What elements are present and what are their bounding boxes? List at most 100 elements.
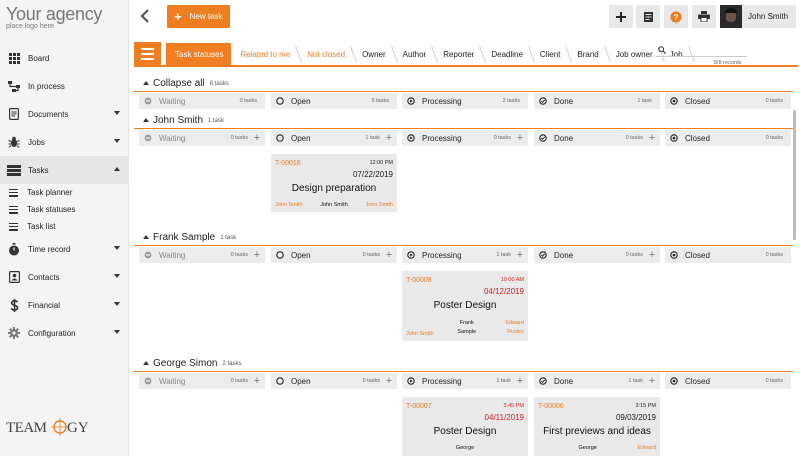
sidebar-item-contacts[interactable]: Contacts [0, 263, 129, 291]
chevron-left-icon[interactable] [139, 9, 151, 23]
task-date: 07/22/2019 [352, 170, 393, 179]
group-count: 1 task [220, 235, 237, 241]
add-task-plus-icon[interactable]: + [384, 376, 394, 387]
print-button[interactable] [692, 5, 716, 28]
user-menu[interactable]: John Smith [720, 5, 796, 28]
collapse-triangle-icon[interactable] [143, 118, 149, 122]
sidebar-item-financial[interactable]: Financial [0, 291, 129, 319]
add-task-plus-icon[interactable]: + [647, 133, 657, 144]
task-title: Poster Design [433, 426, 497, 437]
card-reporter[interactable]: Edward [637, 445, 656, 451]
sidebar-item-documents[interactable]: Documents [0, 100, 129, 128]
filter-brand[interactable]: Brand [568, 43, 606, 65]
sidebar-item-board[interactable]: Board [0, 44, 129, 72]
add-task-plus-icon[interactable]: + [384, 133, 394, 144]
chevron-down-icon[interactable] [114, 246, 120, 250]
sidebar-item-jobs[interactable]: Jobs [0, 128, 129, 156]
sidebar-item-tasks[interactable]: Tasks [0, 156, 129, 184]
waiting-icon [144, 97, 152, 105]
column-count: 2 tasks [502, 98, 520, 104]
add-task-plus-icon[interactable]: + [515, 133, 525, 144]
group-header[interactable]: Frank Sample 1 task [134, 229, 793, 246]
sidebar-item-configuration[interactable]: Configuration [0, 319, 129, 347]
chevron-down-icon[interactable] [114, 139, 120, 143]
collapse-triangle-icon[interactable] [143, 235, 149, 239]
group-count: 2 tasks [222, 361, 242, 367]
task-card[interactable]: T-00016 12:00 PM 07/22/2019 Design preparat… [271, 154, 397, 212]
column-header: Closed 0 tasks [665, 373, 791, 389]
agency-logo[interactable]: Your agency place logo here [6, 4, 126, 34]
collapse-triangle-icon[interactable] [143, 361, 149, 365]
card-owner[interactable]: John Smith [406, 331, 434, 337]
task-id[interactable]: T-00008 [406, 277, 432, 284]
task-card[interactable]: T-00007 3:45 PM 04/11/2019 Poster Design Geo… [402, 397, 528, 456]
group-header[interactable]: George Simon 2 tasks [134, 355, 793, 372]
scrollbar[interactable] [793, 110, 796, 240]
filter-job-owner[interactable]: Job owner [607, 43, 661, 65]
filter-reporter[interactable]: Reporter [434, 43, 482, 65]
add-button[interactable] [609, 5, 633, 28]
add-task-plus-icon[interactable]: + [252, 376, 262, 387]
filter-author[interactable]: Author [394, 43, 435, 65]
chevron-down-icon[interactable] [114, 111, 120, 115]
add-task-plus-icon[interactable]: + [515, 250, 525, 261]
add-task-plus-icon[interactable]: + [647, 376, 657, 387]
card-reporter[interactable]: John Smith [365, 202, 393, 208]
chevron-down-icon[interactable] [114, 274, 120, 278]
filter-deadline[interactable]: Deadline [482, 43, 531, 65]
notes-icon [643, 11, 653, 22]
filter-client[interactable]: Client [531, 43, 568, 65]
card-author[interactable]: Frank Sample [452, 319, 482, 337]
sidebar-item-label: Time record [28, 244, 71, 254]
filter-owner[interactable]: Owner [353, 43, 394, 65]
new-task-button[interactable]: + New task [167, 5, 230, 28]
play-icon [407, 251, 415, 259]
card-author[interactable]: George [456, 445, 474, 451]
add-task-plus-icon[interactable]: + [252, 133, 262, 144]
task-id[interactable]: T-00006 [538, 403, 564, 410]
add-task-plus-icon[interactable]: + [515, 376, 525, 387]
column-count: 0 tasks [625, 252, 643, 258]
group-header[interactable]: Collapse all 8 tasks [134, 75, 793, 92]
menu-icon[interactable] [134, 42, 161, 66]
check-circle-icon [539, 377, 547, 385]
sidebar-subitem-task-planner[interactable]: Task planner [0, 184, 129, 201]
column-header: Closed 0 tasks [665, 130, 791, 146]
card-reporter[interactable]: Edward Rusley [500, 319, 524, 337]
help-button[interactable]: ? [664, 5, 688, 28]
gear-icon [7, 326, 21, 340]
group-header[interactable]: John Smith 1 task [134, 112, 793, 129]
card-author[interactable]: John Smith [320, 202, 348, 208]
card-owner[interactable]: John Smith [275, 202, 303, 208]
task-card[interactable]: T-00008 10:00 AM 04/12/2019 Poster Design Jo… [402, 271, 528, 341]
column-name: Closed [685, 133, 710, 143]
add-task-plus-icon[interactable]: + [647, 250, 657, 261]
collapse-triangle-icon[interactable] [143, 81, 149, 85]
closed-circle-icon [670, 251, 678, 259]
chevron-down-icon[interactable] [114, 330, 120, 334]
filter-not-closed[interactable]: Not closed [298, 43, 353, 65]
task-card[interactable]: T-00006 3:15 PM 09/03/2019 First previews a… [534, 397, 660, 456]
add-task-plus-icon[interactable]: + [384, 250, 394, 261]
open-circle-icon [276, 97, 284, 105]
filter-related-to-me[interactable]: Related to me [231, 43, 298, 65]
search-input[interactable] [656, 46, 747, 57]
notes-button[interactable] [636, 5, 660, 28]
group-count: 8 tasks [209, 81, 229, 87]
filter-task-statuses[interactable]: Task statuses [166, 43, 232, 65]
chevron-down-icon[interactable] [114, 302, 120, 306]
card-people: John Smith John Smith John Smith [275, 202, 393, 208]
closed-circle-icon [670, 134, 678, 142]
sidebar-subitem-task-list[interactable]: Task list [0, 218, 129, 235]
task-id[interactable]: T-00007 [406, 403, 432, 410]
sidebar-item-time-record[interactable]: Time record [0, 235, 129, 263]
task-id[interactable]: T-00016 [275, 160, 301, 167]
chevron-up-icon[interactable] [114, 167, 120, 171]
column-name: Processing [422, 133, 462, 143]
add-task-plus-icon[interactable]: + [252, 250, 262, 261]
card-author[interactable]: George [578, 445, 596, 451]
sidebar-item-in-process[interactable]: In process [0, 72, 129, 100]
sidebar-subitem-task-statuses[interactable]: Task statuses [0, 201, 129, 218]
column-header: Processing 1 task + [402, 373, 528, 389]
closed-circle-icon [670, 97, 678, 105]
